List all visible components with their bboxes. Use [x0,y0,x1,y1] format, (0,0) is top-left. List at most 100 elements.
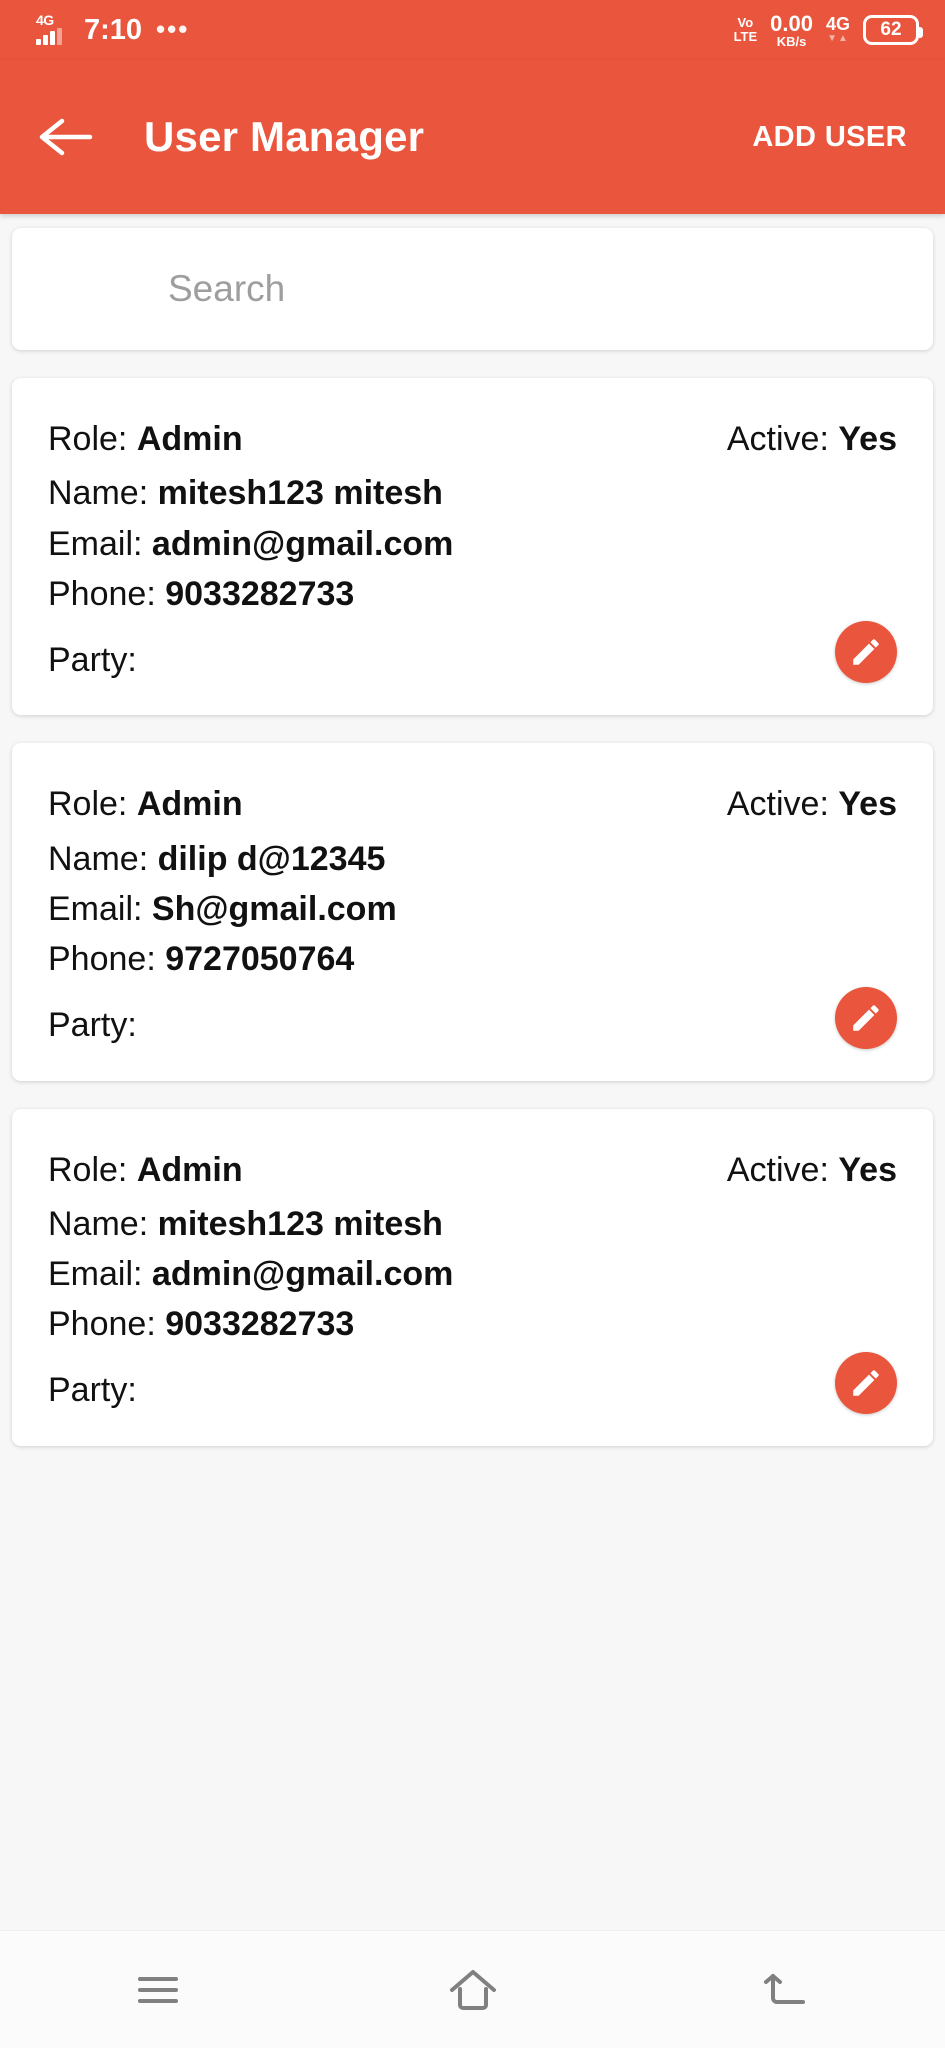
user-role: Role: Admin [48,779,243,829]
status-time: 7:10 [84,13,143,46]
pencil-icon [849,635,883,669]
user-role-value: Admin [136,785,243,824]
user-name: Name: dilip d@12345 [48,834,897,884]
user-card-footer: Party: [48,1351,897,1416]
status-bar-right: Vo LTE 0.00 KB/s 4G ▼▲ 62 [734,12,923,49]
pencil-icon [849,1366,883,1400]
status-more-dots-icon: ••• [156,14,190,45]
user-active-label: Active: [726,785,829,824]
mobile-data-label: 4G [825,14,850,35]
user-party: Party: [48,1000,137,1050]
user-phone-label: Phone: [48,1305,156,1344]
user-name-label: Name: [48,839,149,878]
user-card-header: Role: Admin Active: Yes [48,779,897,829]
user-email-value: admin@gmail.com [151,524,454,563]
user-email: Email: admin@gmail.com [48,519,897,569]
user-name-value: mitesh123 mitesh [157,474,443,513]
home-icon [447,1967,499,2013]
back-button-nav[interactable] [728,1944,848,2036]
user-role-value: Admin [136,420,243,458]
edit-user-button[interactable] [835,1351,897,1414]
user-phone: Phone: 9033282733 [48,1299,897,1349]
user-card-body: Name: mitesh123 mitesh Email: admin@gmai… [48,1199,897,1416]
edit-user-button[interactable] [835,986,897,1049]
volte-icon: Vo LTE [734,16,758,43]
volte-line-2: LTE [733,28,758,44]
user-active: Active: Yes [727,1145,897,1195]
user-card-footer: Party: [48,621,897,685]
edit-user-button[interactable] [835,621,897,684]
user-phone: Phone: 9727050764 [48,934,897,984]
user-card-header: Role: Admin Active: Yes [48,414,897,464]
search-input[interactable] [54,268,891,310]
user-active: Active: Yes [727,414,897,464]
app-bar: User Manager ADD USER [0,60,945,214]
user-party-label: Party: [48,1371,137,1410]
user-phone: Phone: 9033282733 [48,569,897,619]
user-name: Name: mitesh123 mitesh [48,468,897,518]
signal-network-label: 4G [36,12,54,28]
user-role-label: Role: [48,785,128,824]
mobile-data-icon: 4G ▼▲ [826,15,850,44]
user-card-body: Name: mitesh123 mitesh Email: admin@gmai… [48,468,897,685]
user-card-body: Name: dilip d@12345 Email: Sh@gmail.com … [48,834,897,1051]
volte-line-1: Vo [737,15,754,31]
user-active: Active: Yes [727,779,897,829]
main-content: Role: Admin Active: Yes Name: mitesh123 … [0,214,945,1930]
user-name-label: Name: [48,474,149,513]
user-phone-label: Phone: [48,940,156,979]
battery-level: 62 [880,19,902,41]
status-bar: 4G 7:10 ••• Vo LTE 0.00 KB/s 4G ▼▲ 62 [0,0,945,60]
data-transfer-arrows-icon: ▼▲ [827,33,849,45]
page-title: User Manager [144,113,425,160]
signal-strength-icon: 4G [36,12,70,45]
battery-icon: 62 [863,14,923,45]
network-speed-value: 0.00 [770,10,813,36]
home-button[interactable] [413,1944,533,2036]
user-phone-value: 9033282733 [165,1305,355,1344]
user-name-label: Name: [48,1204,149,1243]
user-role-label: Role: [48,420,128,458]
user-phone-value: 9033282733 [165,574,355,613]
user-role: Role: Admin [48,1145,243,1195]
status-bar-left: 4G 7:10 ••• [36,12,190,46]
user-phone-label: Phone: [48,574,156,613]
arrow-left-icon [38,116,94,158]
menu-icon [133,1970,183,2010]
back-button[interactable] [38,105,102,169]
user-active-value: Yes [838,785,897,824]
user-role-value: Admin [136,1150,243,1189]
user-card-header: Role: Admin Active: Yes [48,1145,897,1195]
add-user-button[interactable]: ADD USER [746,109,913,166]
user-card[interactable]: Role: Admin Active: Yes Name: dilip d@12… [12,743,933,1081]
signal-bars [36,28,62,45]
user-email-label: Email: [48,524,143,563]
user-email-label: Email: [48,1255,143,1294]
user-party-label: Party: [48,640,137,679]
user-role-label: Role: [48,1150,128,1189]
user-card[interactable]: Role: Admin Active: Yes Name: mitesh123 … [12,1108,933,1446]
user-active-label: Active: [726,420,829,458]
search-card[interactable] [12,228,933,350]
back-arrow-icon [763,1968,813,2012]
user-active-value: Yes [838,420,897,458]
user-name-value: dilip d@12345 [157,839,386,878]
user-email-label: Email: [48,889,143,928]
user-card[interactable]: Role: Admin Active: Yes Name: mitesh123 … [12,378,933,716]
system-navigation-bar [0,1930,945,2048]
user-party: Party: [48,1365,137,1415]
pencil-icon [849,1001,883,1035]
recents-button[interactable] [98,1944,218,2036]
user-active-value: Yes [838,1150,897,1189]
user-party-label: Party: [48,1006,137,1045]
user-active-label: Active: [726,1150,829,1189]
user-role: Role: Admin [48,414,243,464]
user-name: Name: mitesh123 mitesh [48,1199,897,1249]
network-speed-unit: KB/s [776,33,807,49]
user-card-footer: Party: [48,986,897,1051]
user-email-value: Sh@gmail.com [151,889,397,928]
user-name-value: mitesh123 mitesh [157,1204,443,1243]
user-email: Email: admin@gmail.com [48,1249,897,1299]
user-email-value: admin@gmail.com [151,1255,454,1294]
network-speed-indicator: 0.00 KB/s [770,12,813,49]
